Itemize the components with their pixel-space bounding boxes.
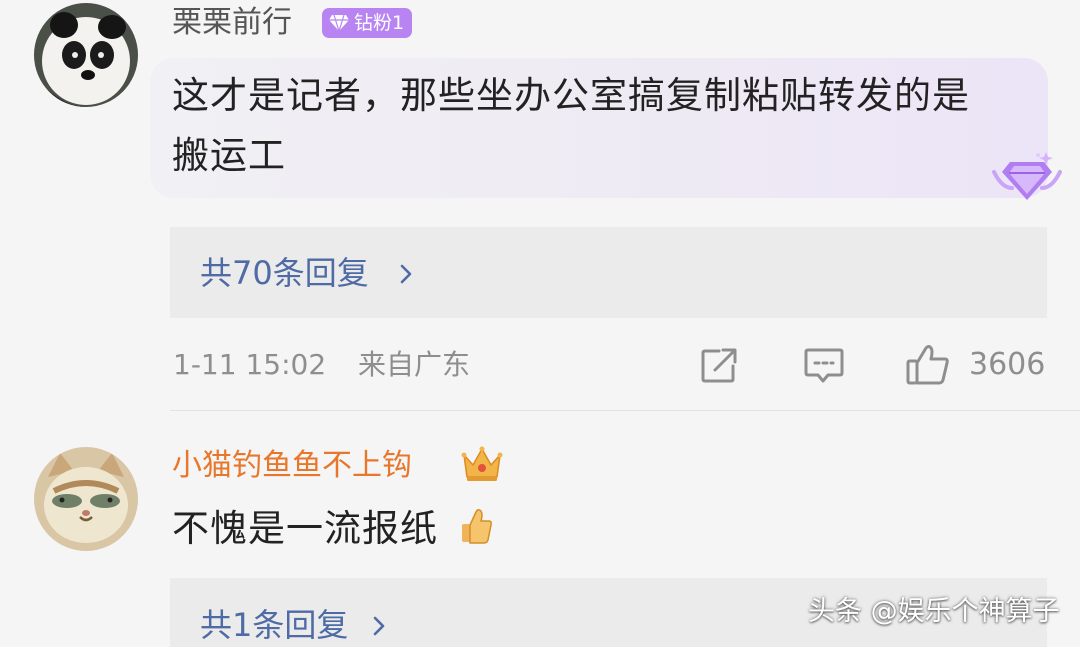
comment-icon[interactable] xyxy=(803,346,845,386)
view-replies-link[interactable]: 共1条回复 xyxy=(200,604,348,646)
badge-label: 钻粉1 xyxy=(354,12,405,34)
username[interactable]: 栗栗前行 xyxy=(172,3,292,43)
user-avatar-cat[interactable] xyxy=(34,447,138,551)
cat-with-fish-avatar-icon xyxy=(34,447,138,551)
username[interactable]: 小猫钓鱼鱼不上钩 xyxy=(172,446,412,486)
comment-list: 栗栗前行 钻粉1 这才是记者，那些坐办公室搞复制粘贴转发的是 搬运工 共70条回… xyxy=(0,0,1080,647)
location: 来自广东 xyxy=(357,348,470,381)
watermark: 头条 @娱乐个神算子 xyxy=(808,596,1060,627)
like-count: 3606 xyxy=(969,347,1046,382)
diamond-icon xyxy=(329,14,349,33)
replies-box[interactable]: 共70条回复 xyxy=(170,227,1047,318)
comment-text-line-2: 搬运工 xyxy=(172,134,286,177)
thumbs-up-emoji xyxy=(462,508,492,544)
panda-avatar-icon xyxy=(34,3,138,107)
share-icon[interactable] xyxy=(699,346,739,386)
user-avatar-panda[interactable] xyxy=(34,3,138,107)
like-thumbs-up-icon[interactable] xyxy=(905,343,951,387)
chevron-right-icon xyxy=(400,264,412,284)
purple-diamond-icon xyxy=(992,152,1062,200)
comment-meta: 1-11 15:02 来自广东 xyxy=(173,345,470,385)
comment-text: 不愧是一流报纸 xyxy=(172,498,438,560)
chevron-right-icon xyxy=(373,616,385,636)
fan-level-badge[interactable]: 钻粉1 xyxy=(322,8,413,38)
view-replies-link[interactable]: 共70条回复 xyxy=(200,252,369,294)
comment-text-content: 不愧是一流报纸 xyxy=(172,507,438,550)
timestamp: 1-11 15:02 xyxy=(173,348,327,381)
comment-text-line-1: 这才是记者，那些坐办公室搞复制粘贴转发的是 xyxy=(172,74,970,117)
crown-icon xyxy=(461,446,503,481)
divider xyxy=(170,410,1080,411)
